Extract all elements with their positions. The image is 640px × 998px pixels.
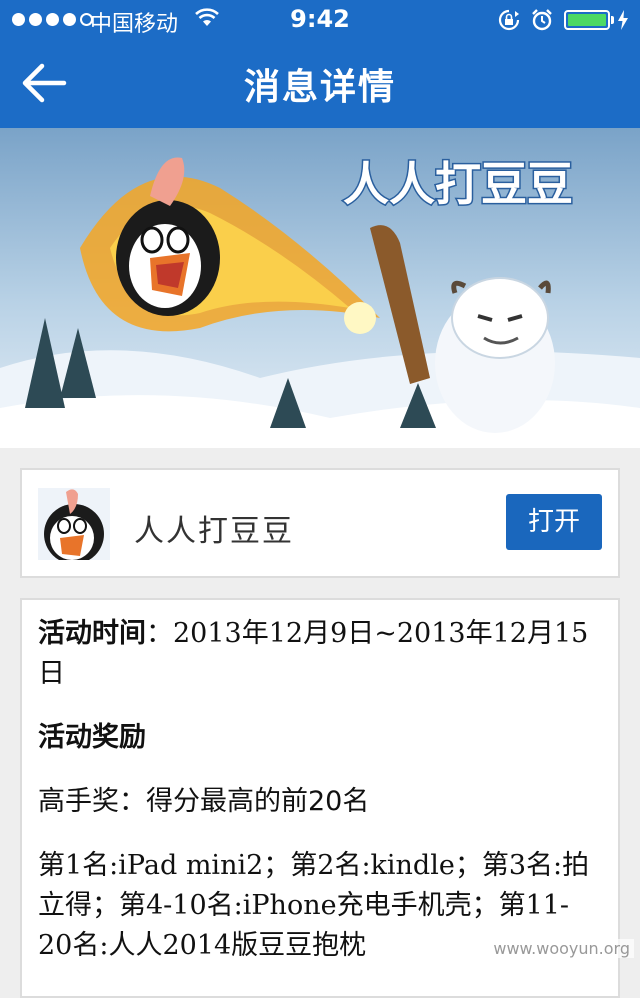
event-time: 活动时间：2013年12月9日~2013年12月15日 — [38, 614, 602, 694]
app-icon — [38, 488, 110, 560]
reward-heading: 活动奖励 — [38, 718, 602, 758]
app-card: 人人打豆豆 打开 — [20, 468, 620, 578]
prize-value: 得分最高的前20名 — [146, 786, 369, 817]
app-name: 人人打豆豆 — [134, 506, 294, 550]
event-detail-card: 活动时间：2013年12月9日~2013年12月15日 活动奖励 高手奖：得分最… — [20, 598, 620, 998]
banner-illustration: 人人打豆豆 — [0, 128, 640, 448]
prize-line: 高手奖：得分最高的前20名 — [38, 782, 602, 822]
open-app-button[interactable]: 打开 — [506, 494, 602, 550]
banner-logo-text: 人人打豆豆 — [343, 157, 573, 211]
page-title: 消息详情 — [0, 58, 640, 110]
battery-icon — [564, 10, 610, 30]
battery-nub — [611, 16, 614, 24]
orientation-lock-icon — [498, 9, 520, 31]
charging-icon — [617, 10, 629, 30]
event-time-label: 活动时间 — [38, 618, 146, 649]
game-banner[interactable]: 人人打豆豆 — [0, 128, 640, 448]
alarm-icon — [531, 9, 553, 31]
top-bar: 中国移动 9:42 消息详情 — [0, 0, 640, 128]
status-bar: 中国移动 9:42 — [0, 0, 640, 40]
prize-label: 高手奖 — [38, 786, 119, 817]
watermark: www.wooyun.org — [489, 939, 634, 958]
